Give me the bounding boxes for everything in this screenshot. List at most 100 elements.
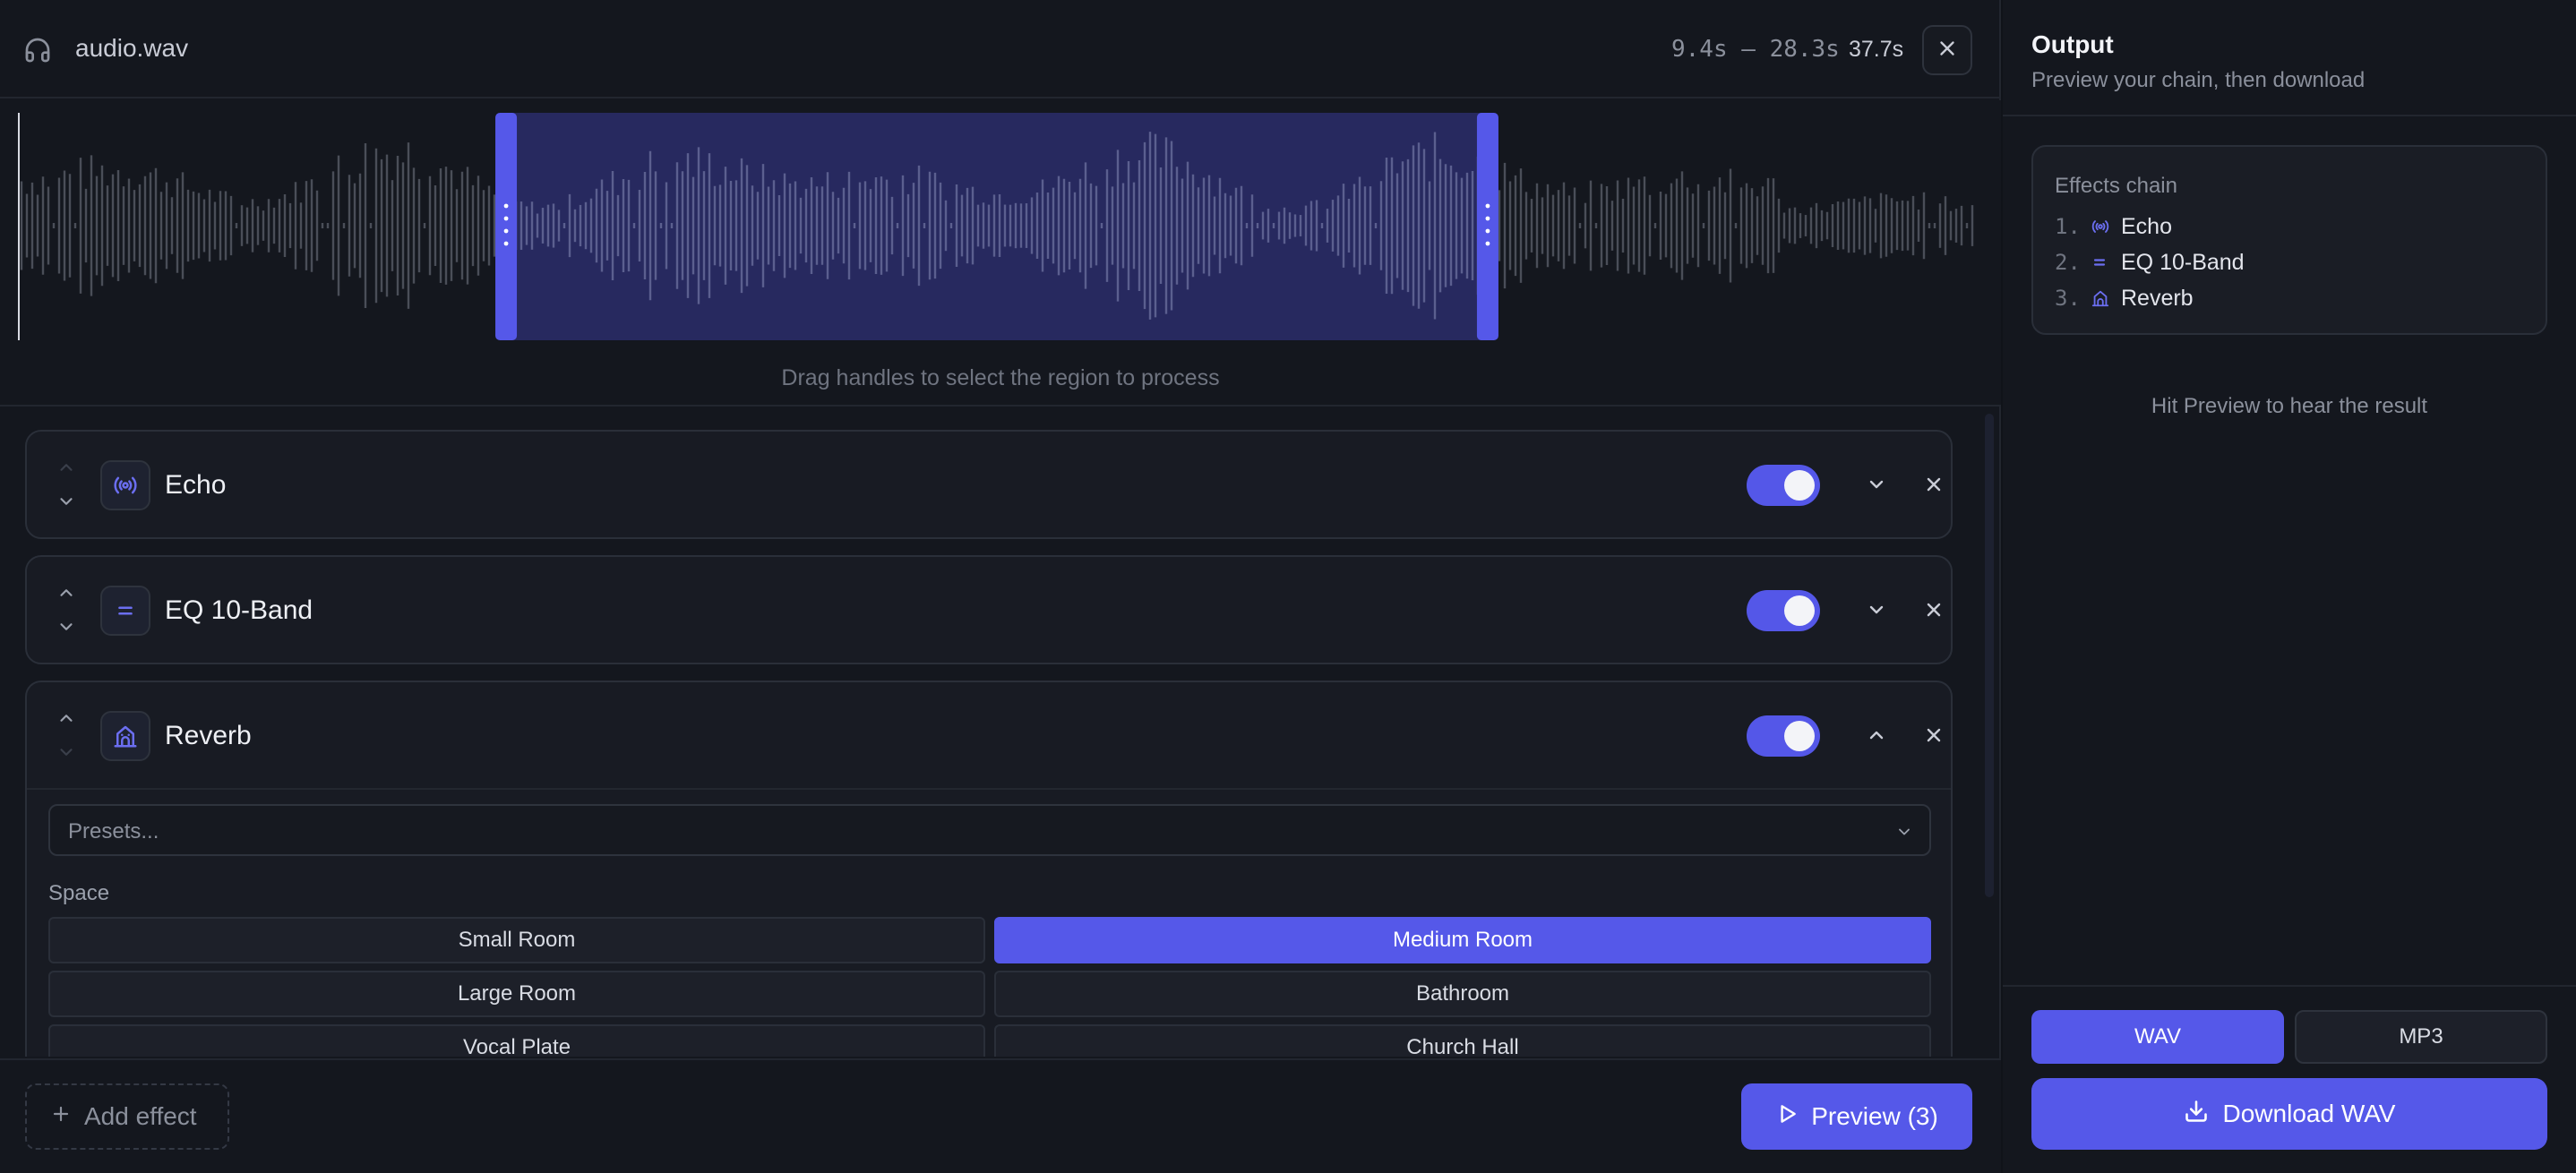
expand-button[interactable] xyxy=(1863,471,1890,498)
headphones-icon xyxy=(23,36,52,64)
space-option-church-hall[interactable]: Church Hall xyxy=(994,1024,1931,1057)
chain-item: 1. Echo xyxy=(2055,213,2172,240)
presets-select[interactable]: Presets... xyxy=(48,804,1931,856)
effect-enable-toggle[interactable] xyxy=(1747,715,1820,757)
presets-placeholder: Presets... xyxy=(68,819,159,843)
space-option-large-room[interactable]: Large Room xyxy=(48,971,985,1017)
chevron-down-icon xyxy=(60,623,73,630)
handle-grip-dot xyxy=(503,203,509,209)
effects-chain-box: Effects chain 1. Echo 2. EQ 10-Band 3. R… xyxy=(2031,145,2547,335)
chain-index: 3. xyxy=(2055,286,2081,311)
waveform-hint: Drag handles to select the region to pro… xyxy=(781,365,1220,390)
chevron-down-icon xyxy=(1895,822,1913,847)
handle-grip-dot xyxy=(1485,216,1490,221)
close-icon xyxy=(1927,728,1941,742)
reorder-controls xyxy=(54,706,79,765)
move-up-button[interactable] xyxy=(54,706,79,731)
divider xyxy=(2003,115,2576,116)
play-icon xyxy=(1775,1102,1799,1132)
effect-enable-toggle[interactable] xyxy=(1747,590,1820,631)
space-option-vocal-plate[interactable]: Vocal Plate xyxy=(48,1024,985,1057)
divider xyxy=(2003,985,2576,987)
expand-button[interactable] xyxy=(1863,596,1890,623)
format-mp3-button[interactable]: MP3 xyxy=(2295,1010,2547,1064)
close-button[interactable] xyxy=(1922,25,1972,75)
effect-enable-toggle[interactable] xyxy=(1747,465,1820,506)
chevron-up-icon xyxy=(1869,731,1884,740)
plus-icon xyxy=(50,1102,72,1131)
chain-name: Reverb xyxy=(2121,285,2194,311)
close-icon xyxy=(1927,477,1941,492)
remove-effect-button[interactable] xyxy=(1920,596,1947,623)
handle-grip-dot xyxy=(1485,203,1490,209)
move-down-button[interactable] xyxy=(54,614,79,639)
selection-start-handle[interactable] xyxy=(495,113,518,340)
building-icon xyxy=(2091,288,2121,308)
space-option-small-room[interactable]: Small Room xyxy=(48,917,985,963)
download-button[interactable]: Download WAV xyxy=(2031,1078,2547,1150)
move-up-button[interactable] xyxy=(54,455,79,480)
chain-name: Echo xyxy=(2121,213,2172,239)
chain-index: 2. xyxy=(2055,250,2081,275)
handle-grip-dot xyxy=(1485,228,1490,234)
space-label: Space xyxy=(48,881,110,905)
output-subtitle: Preview your chain, then download xyxy=(2031,68,2366,92)
space-option-bathroom[interactable]: Bathroom xyxy=(994,971,1931,1017)
waveform[interactable] xyxy=(0,100,2001,360)
move-down-button[interactable] xyxy=(54,740,79,765)
toggle-knob xyxy=(1784,595,1815,626)
duration: 37.7s xyxy=(1849,37,1904,62)
chevron-up-icon xyxy=(60,589,73,596)
space-option-medium-room[interactable]: Medium Room xyxy=(994,917,1931,963)
waveform-area: Drag handles to select the region to pro… xyxy=(0,100,2001,407)
broadcast-icon xyxy=(2091,217,2121,236)
selection-end-handle[interactable] xyxy=(1476,113,1498,340)
chain-item: 2. EQ 10-Band xyxy=(2055,249,2245,276)
reverb-settings: Presets... Space Small Room Medium Room … xyxy=(27,788,1951,1057)
chain-name: EQ 10-Band xyxy=(2121,249,2245,275)
chevron-up-icon xyxy=(60,464,73,471)
chevron-down-icon xyxy=(60,749,73,756)
selection-range: 9.4s – 28.3s xyxy=(1671,36,1840,63)
format-wav-button[interactable]: WAV xyxy=(2031,1010,2284,1064)
move-up-button[interactable] xyxy=(54,580,79,605)
output-title: Output xyxy=(2031,30,2114,58)
equals-icon xyxy=(2091,253,2121,271)
chevron-up-icon xyxy=(60,715,73,722)
chevron-down-icon xyxy=(1869,480,1884,489)
handle-grip-dot xyxy=(503,216,509,221)
remove-effect-button[interactable] xyxy=(1920,471,1947,498)
output-panel: Output Preview your chain, then download… xyxy=(2003,0,2576,1173)
selection-region xyxy=(506,113,1488,340)
close-icon xyxy=(1927,603,1941,617)
move-down-button[interactable] xyxy=(54,489,79,514)
handle-grip-dot xyxy=(1485,241,1490,246)
add-effect-label: Add effect xyxy=(84,1102,197,1130)
toggle-knob xyxy=(1784,721,1815,751)
remove-effect-button[interactable] xyxy=(1920,722,1947,749)
collapse-button[interactable] xyxy=(1863,722,1890,749)
effect-header: Reverb xyxy=(27,682,1951,788)
app-root: audio.wav 9.4s – 28.3s 37.7s Drag handle… xyxy=(0,0,2576,1173)
preview-label: Preview (3) xyxy=(1811,1102,1938,1130)
effect-header: Echo xyxy=(27,432,1951,537)
effect-card-echo: Echo xyxy=(25,430,1953,539)
effect-header: EQ 10-Band xyxy=(27,557,1951,663)
editor-panel: audio.wav 9.4s – 28.3s 37.7s Drag handle… xyxy=(0,0,2001,1173)
building-icon xyxy=(100,711,150,761)
chevron-down-icon xyxy=(1869,605,1884,614)
reorder-controls xyxy=(54,580,79,639)
broadcast-icon xyxy=(100,460,150,510)
download-label: Download WAV xyxy=(2222,1100,2396,1127)
preview-button[interactable]: Preview (3) xyxy=(1741,1083,1972,1150)
equals-icon xyxy=(100,586,150,636)
effect-card-reverb: Reverb Presets... Space Small Room Mediu… xyxy=(25,681,1953,1057)
close-icon xyxy=(1936,37,1959,64)
bottom-bar: Add effect Preview (3) xyxy=(0,1058,2001,1173)
add-effect-button[interactable]: Add effect xyxy=(25,1083,229,1150)
effect-name: Reverb xyxy=(165,721,252,750)
preview-hint: Hit Preview to hear the result xyxy=(2151,394,2428,418)
chain-item: 3. Reverb xyxy=(2055,285,2194,312)
chevron-down-icon xyxy=(60,498,73,505)
handle-grip-dot xyxy=(503,241,509,246)
